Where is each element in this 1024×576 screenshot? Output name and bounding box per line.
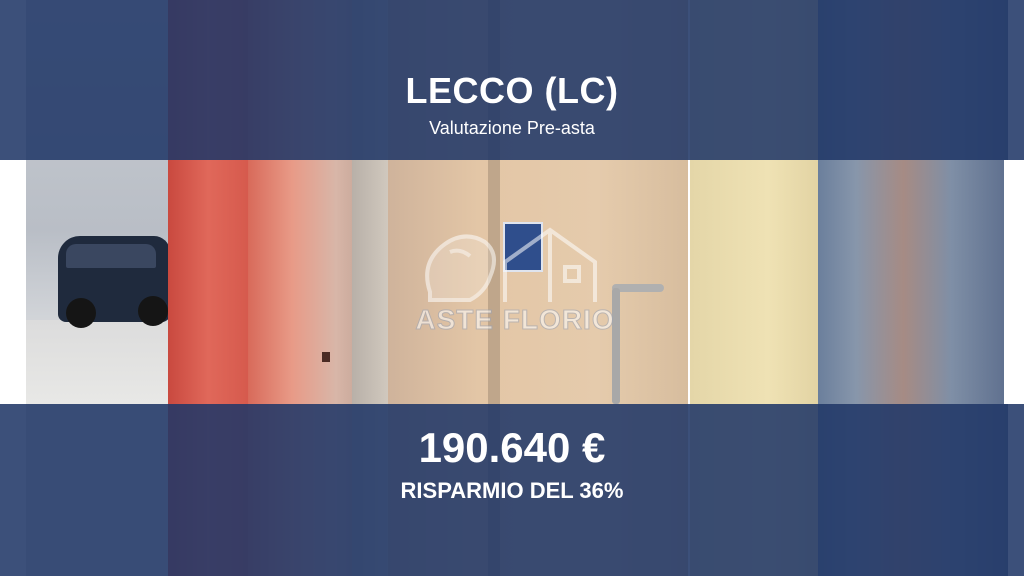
car-wheel (66, 298, 96, 328)
price-value: 190.640 € (418, 424, 606, 471)
saving-label: RISPARMIO DEL 36% (400, 478, 624, 503)
valuation-subtitle: Valutazione Pre-asta (429, 118, 595, 138)
side-margin-right (1004, 160, 1024, 404)
location-title: LECCO (LC) (405, 70, 619, 111)
watermark-brand: ASTE FLORIO (415, 304, 615, 336)
lion-house-icon (425, 227, 597, 302)
courtyard-ground (26, 320, 176, 404)
car-window (66, 244, 156, 268)
watermark-logo: ASTE FLORIO (390, 222, 640, 340)
wall-hole (322, 352, 330, 362)
car-wheel (138, 296, 168, 326)
side-margin-left (0, 160, 26, 404)
